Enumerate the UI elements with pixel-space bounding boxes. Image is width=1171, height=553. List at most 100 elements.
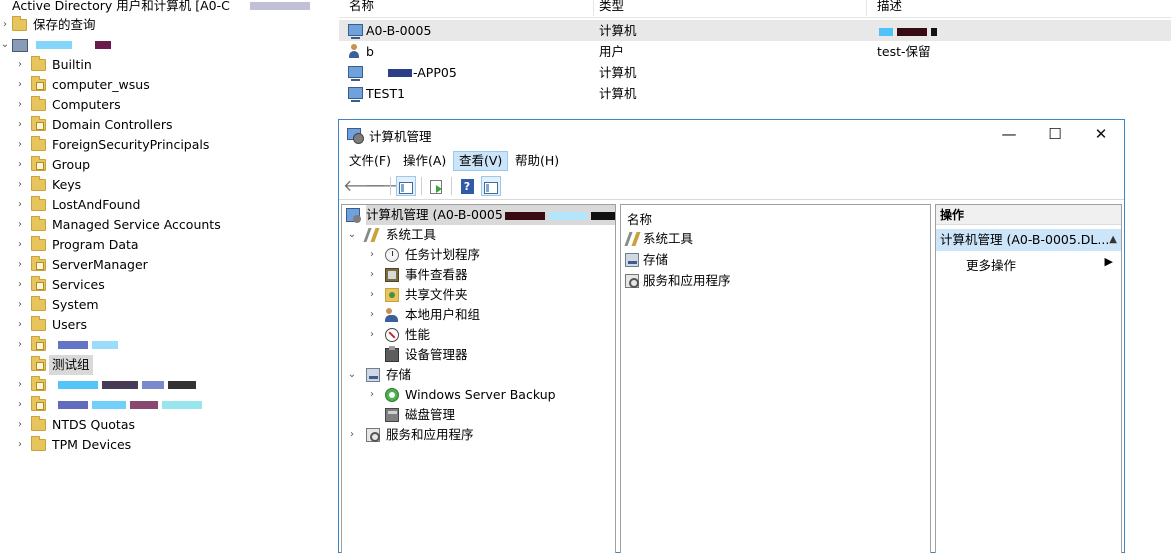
- chevron-down-icon[interactable]: ⌄: [346, 365, 358, 385]
- chevron-right-icon[interactable]: ›: [15, 135, 25, 155]
- redacted-block: [897, 28, 927, 36]
- chevron-right-icon[interactable]: ›: [15, 335, 25, 355]
- submenu-arrow-icon[interactable]: ▶: [1105, 255, 1113, 268]
- chevron-right-icon[interactable]: ›: [15, 95, 25, 115]
- menubar: 文件(F) 操作(A) 查看(V) 帮助(H): [339, 150, 1124, 172]
- chevron-right-icon[interactable]: ›: [15, 195, 25, 215]
- chevron-right-icon[interactable]: ›: [15, 395, 25, 415]
- col-name-header[interactable]: 名称: [339, 0, 594, 16]
- chevron-right-icon[interactable]: ›: [15, 215, 25, 235]
- cell-type: 计算机: [599, 86, 637, 101]
- toolbar-separator: [390, 177, 391, 195]
- ad-tree-item-label: TPM Devices: [52, 437, 132, 452]
- chevron-right-icon[interactable]: ›: [15, 295, 25, 315]
- chevron-right-icon[interactable]: ›: [0, 15, 10, 35]
- show-hide-tree-button[interactable]: [396, 176, 416, 196]
- list-row[interactable]: -APP05 计算机: [339, 62, 1171, 83]
- chevron-down-icon[interactable]: ⌄: [0, 35, 10, 55]
- folder-icon: [31, 436, 46, 451]
- chevron-right-icon[interactable]: ›: [366, 385, 378, 405]
- chevron-right-icon[interactable]: ›: [15, 375, 25, 395]
- show-action-pane-button[interactable]: [481, 176, 501, 196]
- col-type-header[interactable]: 类型: [589, 0, 867, 16]
- backup-icon: [385, 388, 399, 402]
- chevron-right-icon[interactable]: ›: [366, 265, 378, 285]
- col-desc-header[interactable]: 描述: [867, 0, 1171, 16]
- chevron-right-icon[interactable]: ›: [366, 285, 378, 305]
- tree-system-tools-label: 系统工具: [386, 227, 437, 242]
- list-header: 名称 类型 描述: [339, 0, 1171, 18]
- desktop: Active Directory 用户和计算机 [A0-C › 保存的查询 ⌄ …: [0, 0, 1171, 553]
- menu-view[interactable]: 查看(V): [453, 151, 509, 171]
- ou-folder-icon: [31, 276, 46, 291]
- tree-root-computer-management[interactable]: 计算机管理 (A0-B-0005.): [344, 205, 615, 225]
- chevron-right-icon[interactable]: ›: [15, 115, 25, 135]
- disk-management-icon: [385, 408, 399, 422]
- export-list-button[interactable]: [426, 176, 446, 196]
- folder-icon: [31, 96, 46, 111]
- chevron-right-icon[interactable]: ›: [15, 315, 25, 335]
- computer-icon: [348, 87, 363, 102]
- chevron-right-icon[interactable]: ›: [15, 275, 25, 295]
- chevron-down-icon[interactable]: ⌄: [346, 225, 358, 245]
- menu-action[interactable]: 操作(A): [398, 151, 451, 171]
- more-actions-item[interactable]: 更多操作: [966, 255, 1016, 274]
- redacted-block: [168, 381, 196, 389]
- chevron-right-icon[interactable]: ›: [366, 325, 378, 345]
- console-tree-pane: 计算机管理 (A0-B-0005.) ⌄ 系统工具 › 任务计划程序 › 事件查…: [341, 204, 616, 553]
- back-arrow-icon[interactable]: 🡐: [343, 176, 386, 196]
- chevron-right-icon[interactable]: ›: [15, 255, 25, 275]
- folder-icon: [31, 196, 46, 211]
- ou-folder-icon: [31, 116, 46, 131]
- actions-context-group[interactable]: 计算机管理 (A0-B-0005.DL... ▲: [936, 229, 1121, 251]
- chevron-right-icon[interactable]: ›: [15, 435, 25, 455]
- redacted-block: [388, 69, 412, 77]
- chevron-right-icon[interactable]: ›: [366, 305, 378, 325]
- ou-folder-icon: [31, 356, 46, 371]
- chevron-right-icon[interactable]: ›: [15, 175, 25, 195]
- tools-icon: [363, 228, 383, 242]
- collapse-triangle-icon[interactable]: ▲: [1109, 229, 1117, 251]
- list-row[interactable]: b 用户 test-保留: [339, 41, 1171, 62]
- titlebar[interactable]: 计算机管理 — ☐ ✕: [339, 120, 1124, 150]
- redacted-block: [95, 41, 111, 49]
- list-row[interactable]: A0-B-0005 计算机: [339, 20, 1171, 41]
- chevron-right-icon[interactable]: ›: [346, 425, 358, 445]
- list-row[interactable]: TEST1 计算机: [339, 83, 1171, 104]
- tree-performance-label: 性能: [405, 327, 431, 342]
- redacted-block: [58, 401, 88, 409]
- cell-name: TEST1: [366, 86, 406, 101]
- chevron-right-icon[interactable]: ›: [15, 235, 25, 255]
- minimize-button[interactable]: —: [986, 120, 1032, 150]
- toolbar: 🡐 🡒 ?: [339, 172, 1124, 200]
- chevron-right-icon[interactable]: ›: [15, 75, 25, 95]
- cell-type: 计算机: [599, 23, 637, 38]
- close-button[interactable]: ✕: [1078, 120, 1124, 150]
- help-icon: ?: [460, 179, 474, 194]
- cell-name: -APP05: [413, 65, 457, 80]
- forward-arrow-icon[interactable]: 🡒: [365, 176, 408, 196]
- toolbar-separator: [451, 177, 452, 195]
- menu-file[interactable]: 文件(F): [344, 151, 396, 171]
- chevron-right-icon[interactable]: ›: [15, 55, 25, 75]
- folder-icon: [31, 176, 46, 191]
- folder-icon: [31, 56, 46, 71]
- ad-tree-item-label: Managed Service Accounts: [52, 217, 221, 232]
- ou-folder-icon: [31, 376, 46, 391]
- actions-pane: 操作 计算机管理 (A0-B-0005.DL... ▲ 更多操作 ▶: [935, 204, 1122, 553]
- action-pane-icon: [484, 181, 498, 194]
- maximize-button[interactable]: ☐: [1032, 120, 1078, 150]
- chevron-right-icon[interactable]: ›: [366, 245, 378, 265]
- cell-name: b: [366, 44, 374, 59]
- menu-help[interactable]: 帮助(H): [510, 151, 564, 171]
- chevron-right-icon[interactable]: ›: [15, 415, 25, 435]
- folder-icon: [31, 236, 46, 251]
- results-column-header[interactable]: 名称: [627, 209, 652, 228]
- tree-root-label: 计算机管理 (A0-B-0005.): [366, 205, 615, 225]
- chevron-right-icon[interactable]: ›: [15, 155, 25, 175]
- console-tree-icon: [399, 181, 413, 194]
- ou-folder-icon: [31, 256, 46, 271]
- results-item-label: 服务和应用程序: [643, 273, 731, 288]
- ad-tree-item-label: Program Data: [52, 237, 139, 252]
- help-button[interactable]: ?: [457, 176, 477, 196]
